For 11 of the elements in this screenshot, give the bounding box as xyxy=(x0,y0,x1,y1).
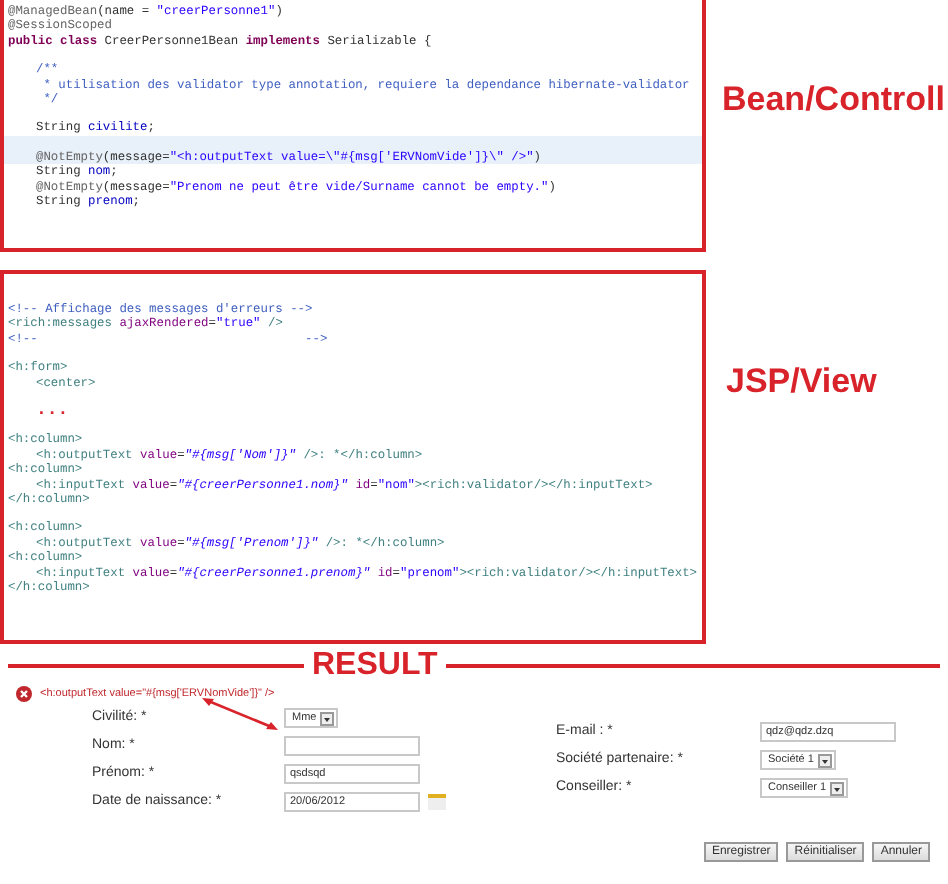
caret-icon xyxy=(830,781,845,795)
calendar-icon[interactable] xyxy=(428,794,446,810)
caret-icon xyxy=(817,753,832,767)
caret-icon xyxy=(320,711,335,725)
arrow-drawing xyxy=(200,696,280,732)
panel-label: JSP/View xyxy=(726,362,877,402)
panel-label: Bean/Controll xyxy=(722,80,945,120)
code-line: ... xyxy=(34,398,71,419)
input-field[interactable] xyxy=(284,736,420,756)
result-heading: RESULT xyxy=(312,650,438,682)
error-icon xyxy=(16,686,32,702)
